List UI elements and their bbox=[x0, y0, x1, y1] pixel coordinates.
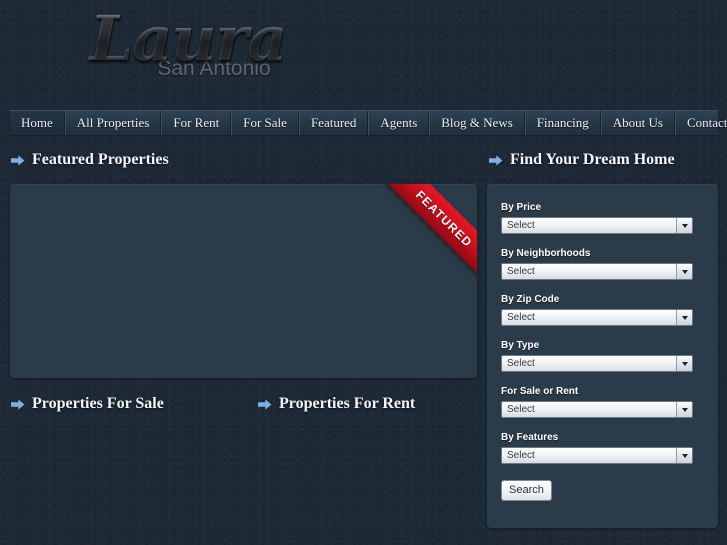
site-header: Laura San Antonio bbox=[0, 0, 727, 108]
arrow-right-icon bbox=[11, 398, 25, 410]
select-by-neighborhoods[interactable]: Select bbox=[501, 263, 693, 280]
nav-item-label: Blog & News bbox=[441, 115, 513, 130]
nav-item-label: About Us bbox=[612, 115, 663, 130]
select-value: Select bbox=[507, 266, 535, 277]
nav-item-label: Contact Us bbox=[686, 115, 727, 130]
properties-for-rent-heading: Properties For Rent bbox=[258, 395, 415, 413]
page-root: Laura San Antonio Home All Properties Fo… bbox=[0, 0, 727, 545]
select-value: Select bbox=[507, 450, 535, 461]
featured-ribbon-label: FEATURED bbox=[412, 187, 476, 251]
chevron-down-icon[interactable] bbox=[676, 264, 692, 279]
arrow-right-icon bbox=[489, 154, 503, 166]
find-your-dream-home-heading: Find Your Dream Home bbox=[489, 151, 675, 169]
nav-item-blog-and-news[interactable]: Blog & News bbox=[429, 111, 525, 135]
properties-for-sale-heading: Properties For Sale bbox=[11, 395, 164, 413]
featured-properties-heading: Featured Properties bbox=[11, 151, 169, 169]
nav-item-financing[interactable]: Financing bbox=[524, 111, 601, 135]
label-by-neighborhoods: By Neighborhoods bbox=[501, 248, 591, 259]
chevron-down-icon[interactable] bbox=[676, 448, 692, 463]
nav-item-label: Home bbox=[21, 115, 53, 130]
select-by-type[interactable]: Select bbox=[501, 355, 693, 372]
main-navigation: Home All Properties For Rent For Sale Fe… bbox=[9, 110, 727, 136]
chevron-down-icon[interactable] bbox=[676, 356, 692, 371]
nav-item-all-properties[interactable]: All Properties bbox=[64, 111, 162, 135]
logo-wordmark: Laura bbox=[78, 6, 298, 72]
select-for-sale-or-rent[interactable]: Select bbox=[501, 401, 693, 418]
chevron-down-icon[interactable] bbox=[676, 218, 692, 233]
select-value: Select bbox=[507, 220, 535, 231]
select-value: Select bbox=[507, 358, 535, 369]
featured-ribbon: FEATURED bbox=[380, 184, 477, 283]
section-title: Properties For Rent bbox=[279, 395, 416, 412]
nav-item-label: For Rent bbox=[173, 115, 220, 130]
arrow-right-icon bbox=[258, 398, 272, 410]
section-title: Featured Properties bbox=[32, 151, 169, 168]
nav-item-home[interactable]: Home bbox=[9, 111, 65, 135]
nav-item-label: All Properties bbox=[76, 115, 150, 130]
section-title: Find Your Dream Home bbox=[510, 151, 675, 168]
chevron-down-icon[interactable] bbox=[676, 402, 692, 417]
section-title: Properties For Sale bbox=[32, 395, 164, 412]
label-by-zip-code: By Zip Code bbox=[501, 294, 560, 305]
chevron-down-icon[interactable] bbox=[676, 310, 692, 325]
nav-item-featured[interactable]: Featured bbox=[298, 111, 369, 135]
nav-item-label: For Sale bbox=[243, 115, 287, 130]
label-by-features: By Features bbox=[501, 432, 559, 443]
nav-item-for-sale[interactable]: For Sale bbox=[231, 111, 299, 135]
label-by-type: By Type bbox=[501, 340, 540, 351]
nav-item-for-rent[interactable]: For Rent bbox=[161, 111, 232, 135]
nav-item-label: Financing bbox=[536, 115, 589, 130]
select-by-zip-code[interactable]: Select bbox=[501, 309, 693, 326]
featured-property-card[interactable]: FEATURED bbox=[10, 184, 477, 378]
arrow-right-icon bbox=[11, 154, 25, 166]
select-value: Select bbox=[507, 312, 535, 323]
select-by-features[interactable]: Select bbox=[501, 447, 693, 464]
select-by-price[interactable]: Select bbox=[501, 217, 693, 234]
nav-item-agents[interactable]: Agents bbox=[368, 111, 430, 135]
label-by-price: By Price bbox=[501, 202, 542, 213]
property-search-form: By Price Select By Neighborhoods Select … bbox=[487, 184, 718, 528]
nav-item-label: Featured bbox=[310, 115, 357, 130]
nav-item-label: Agents bbox=[380, 115, 418, 130]
label-for-sale-or-rent: For Sale or Rent bbox=[501, 386, 579, 397]
nav-item-contact-us[interactable]: Contact Us bbox=[674, 111, 727, 135]
search-button[interactable]: Search bbox=[501, 480, 552, 501]
nav-item-about-us[interactable]: About Us bbox=[600, 111, 675, 135]
site-logo[interactable]: Laura San Antonio bbox=[78, 6, 298, 80]
select-value: Select bbox=[507, 404, 535, 415]
